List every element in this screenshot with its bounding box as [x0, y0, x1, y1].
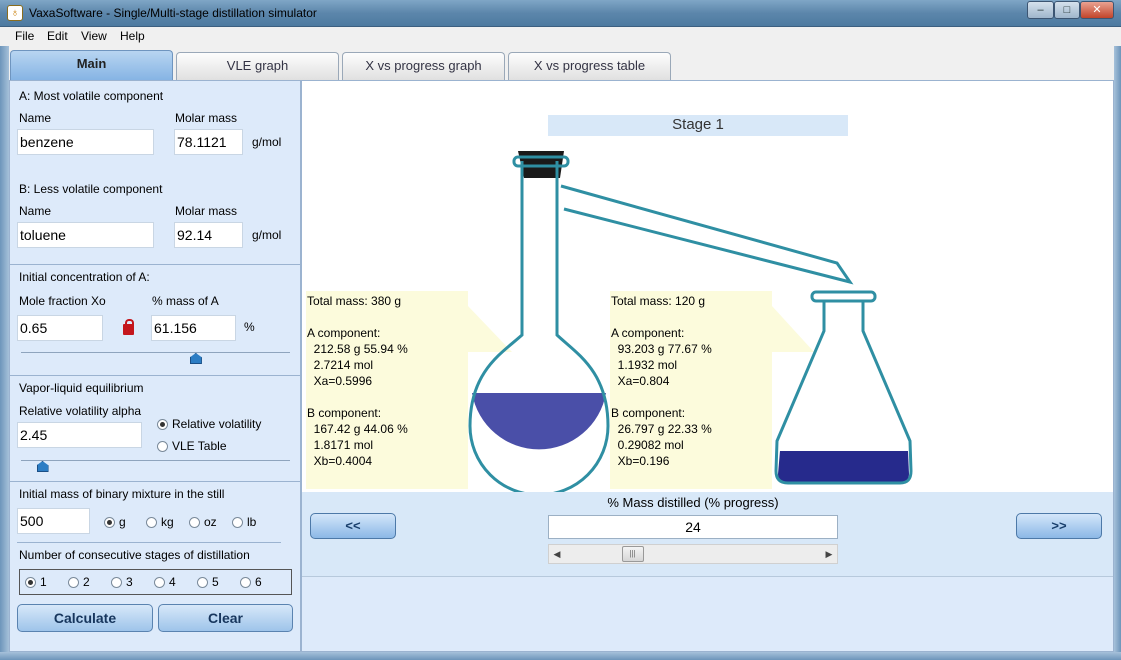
component-b-name-input[interactable]: toluene: [17, 222, 154, 248]
app-icon: ♁: [7, 5, 23, 21]
stage-5-label[interactable]: 5: [212, 575, 219, 589]
tab-strip: Main VLE graph X vs progress graph X vs …: [0, 46, 1121, 80]
component-b-heading: B: Less volatile component: [19, 182, 163, 196]
stage-2-radio[interactable]: [68, 577, 79, 588]
window-frame-left: [0, 46, 9, 660]
maximize-button[interactable]: □: [1054, 1, 1080, 19]
component-a-name-input[interactable]: benzene: [17, 129, 154, 155]
menu-edit[interactable]: Edit: [47, 29, 68, 43]
window-frame-right: [1114, 46, 1121, 660]
tab-main[interactable]: Main: [10, 50, 173, 80]
stage-3-label[interactable]: 3: [126, 575, 133, 589]
vle-table-radio[interactable]: [157, 441, 168, 452]
concentration-slider-track[interactable]: [21, 352, 290, 353]
vle-table-label[interactable]: VLE Table: [172, 439, 227, 453]
stage-4-radio[interactable]: [154, 577, 165, 588]
divider: [10, 264, 300, 265]
stage-5-radio[interactable]: [197, 577, 208, 588]
mass-percent-unit: %: [244, 320, 255, 334]
stage-6-label[interactable]: 6: [255, 575, 262, 589]
alpha-label: Relative volatility alpha: [19, 404, 142, 418]
progress-label: % Mass distilled (% progress): [607, 495, 779, 510]
divider: [10, 481, 300, 482]
vle-slider-track[interactable]: [21, 460, 290, 461]
mass-heading: Initial mass of binary mixture in the st…: [19, 487, 225, 501]
stage-1-label[interactable]: 1: [40, 575, 47, 589]
stage-4-label[interactable]: 4: [169, 575, 176, 589]
alpha-input[interactable]: 2.45: [17, 422, 142, 448]
tab-x-vs-progress-table[interactable]: X vs progress table: [508, 52, 671, 80]
progress-scrollbar[interactable]: ◀ ||| ▶: [548, 544, 838, 564]
relative-volatility-radio[interactable]: [157, 419, 168, 430]
component-b-molar-label: Molar mass: [175, 204, 238, 218]
mole-fraction-label: Mole fraction Xo: [19, 294, 106, 308]
divider: [10, 375, 300, 376]
component-a-unit: g/mol: [252, 135, 282, 149]
component-a-molar-input[interactable]: 78.1121: [174, 129, 243, 155]
relative-volatility-label[interactable]: Relative volatility: [172, 417, 261, 431]
minimize-button[interactable]: –: [1027, 1, 1054, 19]
stage-2-label[interactable]: 2: [83, 575, 90, 589]
scroll-left-icon[interactable]: ◀: [549, 545, 565, 563]
menu-bar: File Edit View Help: [0, 27, 1121, 46]
component-b-name-label: Name: [19, 204, 52, 218]
tab-x-vs-progress-graph[interactable]: X vs progress graph: [342, 52, 505, 80]
component-a-name-label: Name: [19, 111, 52, 125]
component-b-molar-input[interactable]: 92.14: [174, 222, 243, 248]
menu-view[interactable]: View: [81, 29, 107, 43]
unit-kg-radio[interactable]: [146, 517, 157, 528]
still-liquid: [472, 393, 606, 450]
progress-scroll-thumb[interactable]: |||: [621, 546, 644, 562]
title-bar: ♁ VaxaSoftware - Single/Multi-stage dist…: [0, 0, 1121, 27]
vle-heading: Vapor-liquid equilibrium: [19, 381, 144, 395]
lock-icon[interactable]: [123, 319, 134, 335]
scroll-right-icon[interactable]: ▶: [821, 545, 837, 563]
stage-6-radio[interactable]: [240, 577, 251, 588]
still-info-box: Total mass: 380 g A component: 212.58 g …: [306, 291, 468, 489]
component-b-unit: g/mol: [252, 228, 282, 242]
close-button[interactable]: ✕: [1080, 1, 1114, 19]
progress-input[interactable]: 24: [548, 515, 838, 539]
receiver-liquid: [778, 451, 909, 482]
receiver-info-pointer: [772, 306, 814, 352]
stages-radio-group: 1 2 3 4 5 6: [19, 569, 292, 595]
progress-band: << % Mass distilled (% progress) 24 ◀ ||…: [302, 492, 1113, 576]
unit-g-label[interactable]: g: [119, 515, 126, 529]
menu-help[interactable]: Help: [120, 29, 145, 43]
receiver-info-box: Total mass: 120 g A component: 93.203 g …: [610, 291, 772, 489]
stage-3-radio[interactable]: [111, 577, 122, 588]
condenser-tube: [560, 184, 854, 285]
tab-vle-graph[interactable]: VLE graph: [176, 52, 339, 80]
still-info-pointer: [468, 306, 512, 352]
previous-button[interactable]: <<: [310, 513, 396, 539]
divider: [17, 542, 281, 543]
unit-kg-label[interactable]: kg: [161, 515, 174, 529]
menu-file[interactable]: File: [15, 29, 34, 43]
erlenmeyer-rim: [810, 290, 877, 303]
mole-fraction-input[interactable]: 0.65: [17, 315, 103, 341]
mass-percent-input[interactable]: 61.156: [151, 315, 236, 341]
simulation-panel: Stage 1 Total mass: 380 g A component: 2…: [301, 80, 1114, 652]
concentration-slider-thumb[interactable]: [189, 353, 202, 364]
clear-button[interactable]: Clear: [158, 604, 293, 632]
calculate-button[interactable]: Calculate: [17, 604, 153, 632]
stages-heading: Number of consecutive stages of distilla…: [19, 548, 250, 562]
unit-oz-radio[interactable]: [189, 517, 200, 528]
unit-g-radio[interactable]: [104, 517, 115, 528]
unit-lb-label[interactable]: lb: [247, 515, 256, 529]
unit-lb-radio[interactable]: [232, 517, 243, 528]
component-a-molar-label: Molar mass: [175, 111, 238, 125]
vle-slider-thumb[interactable]: [36, 461, 49, 472]
lower-band: [302, 576, 1113, 651]
mass-percent-label: % mass of A: [152, 294, 219, 308]
unit-oz-label[interactable]: oz: [204, 515, 217, 529]
concentration-heading: Initial concentration of A:: [19, 270, 150, 284]
component-a-heading: A: Most volatile component: [19, 89, 164, 103]
input-panel: A: Most volatile component Name Molar ma…: [9, 80, 301, 652]
window-frame-bottom: [0, 652, 1121, 660]
next-button[interactable]: >>: [1016, 513, 1102, 539]
window-title: VaxaSoftware - Single/Multi-stage distil…: [29, 6, 317, 20]
stage-1-radio[interactable]: [25, 577, 36, 588]
mass-input[interactable]: 500: [17, 508, 90, 534]
